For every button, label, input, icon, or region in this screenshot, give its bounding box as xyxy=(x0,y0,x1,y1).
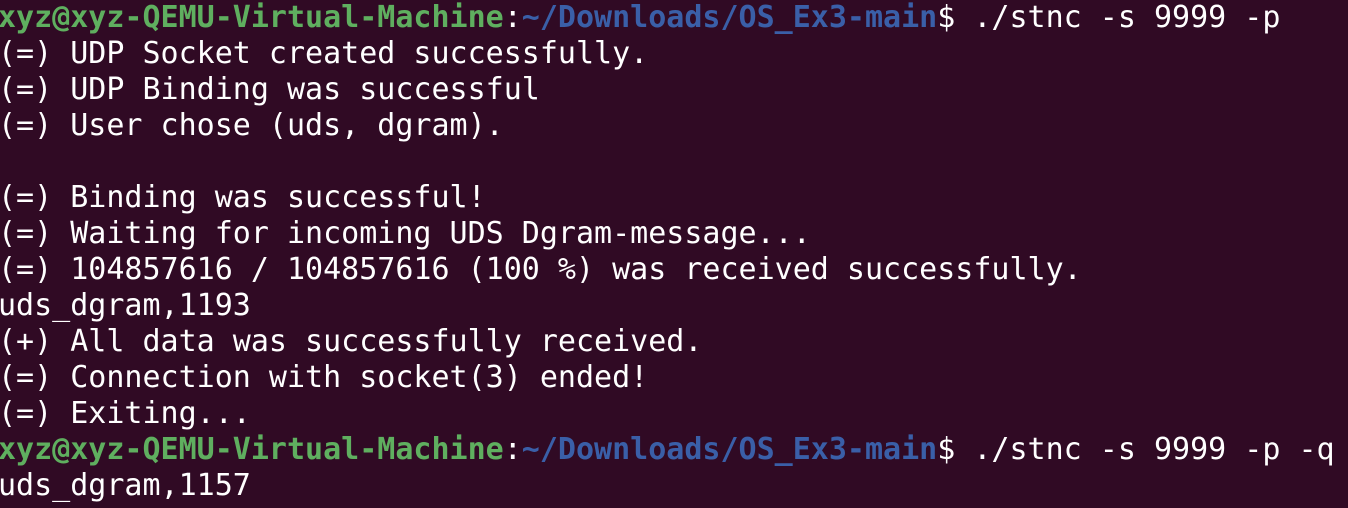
output-line: uds_dgram,1157 xyxy=(0,468,251,503)
output-line: (=) UDP Binding was successful xyxy=(0,72,540,107)
output-line: (=) Connection with socket(3) ended! xyxy=(0,360,649,395)
command-text: ./stnc -s 9999 -p -q xyxy=(973,432,1335,467)
command-text: ./stnc -s 9999 -p xyxy=(973,0,1281,35)
terminal-output: xyz@xyz-QEMU-Virtual-Machine:~/Downloads… xyxy=(0,0,1335,504)
prompt-path: ~/Downloads/OS_Ex3-main xyxy=(521,432,938,467)
output-line: (=) UDP Socket created successfully. xyxy=(0,36,649,71)
output-line: (=) 104857616 / 104857616 (100 %) was re… xyxy=(0,252,1082,287)
output-line: (=) Waiting for incoming UDS Dgram-messa… xyxy=(0,216,811,251)
output-line: (=) Exiting... xyxy=(0,396,251,431)
prompt-dollar: $ xyxy=(937,432,974,467)
terminal-window[interactable]: xyz@xyz-QEMU-Virtual-Machine:~/Downloads… xyxy=(0,0,1348,508)
prompt-path: ~/Downloads/OS_Ex3-main xyxy=(521,0,938,35)
prompt-separator: : xyxy=(503,432,522,467)
prompt-line-2: xyz@xyz-QEMU-Virtual-Machine:~/Downloads… xyxy=(0,432,1335,468)
output-line: (=) Binding was successful! xyxy=(0,180,486,215)
prompt-user-host: xyz@xyz-QEMU-Virtual-Machine xyxy=(0,432,504,467)
output-line: (+) All data was successfully received. xyxy=(0,324,703,359)
output-line: (=) User chose (uds, dgram). xyxy=(0,108,504,143)
prompt-separator: : xyxy=(503,0,522,35)
output-line-blank xyxy=(0,144,1335,180)
output-line: uds_dgram,1193 xyxy=(0,288,251,323)
prompt-line-1: xyz@xyz-QEMU-Virtual-Machine:~/Downloads… xyxy=(0,0,1335,36)
prompt-user-host: xyz@xyz-QEMU-Virtual-Machine xyxy=(0,0,504,35)
prompt-dollar: $ xyxy=(937,0,974,35)
